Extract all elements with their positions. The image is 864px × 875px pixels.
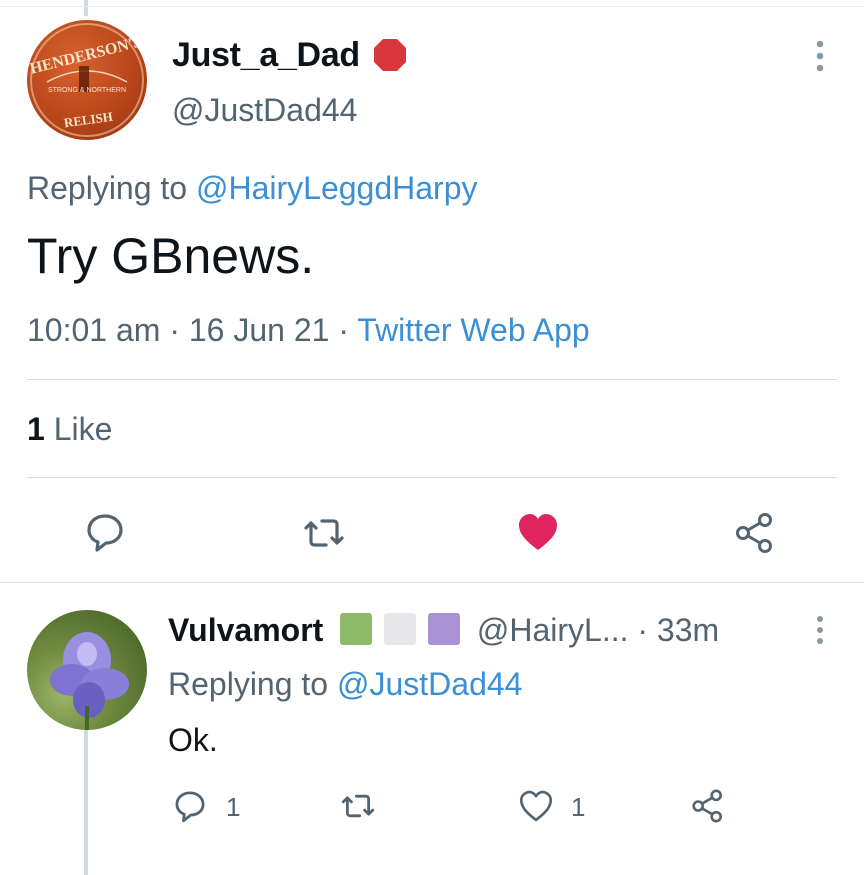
author-handle[interactable]: @JustDad44 <box>172 92 357 129</box>
tweet-meta: 10:01 am · 16 Jun 21 · Twitter Web App <box>27 312 590 349</box>
thread-connector-top <box>84 0 88 16</box>
author-avatar[interactable]: HENDERSON'S STRONG & NORTHERN RELISH <box>27 20 147 140</box>
like-label: Like <box>53 411 113 447</box>
divider <box>27 379 837 380</box>
reply-retweet-icon[interactable] <box>340 788 376 824</box>
tweet-date[interactable]: 16 Jun 21 <box>189 312 330 348</box>
replying-to-link[interactable]: @HairyLeggdHarpy <box>196 170 478 206</box>
reply-like-count: 1 <box>571 792 586 822</box>
likes-count-row[interactable]: 1 Like <box>27 411 112 448</box>
replying-to-line: Replying to @HairyLeggdHarpy <box>27 170 477 207</box>
retweet-icon[interactable] <box>302 511 346 555</box>
replying-prefix: Replying to <box>27 170 188 206</box>
relish-logo-icon: HENDERSON'S STRONG & NORTHERN RELISH <box>28 23 144 137</box>
reply-icon[interactable] <box>83 510 127 554</box>
heart-liked-icon[interactable] <box>516 510 560 554</box>
flag-square-green <box>340 613 373 645</box>
reply-separator: · <box>637 612 657 648</box>
stop-sign-icon <box>374 39 406 71</box>
share-icon[interactable] <box>733 511 777 555</box>
reply-time[interactable]: 33m <box>657 612 719 648</box>
reply-author-handle[interactable]: @HairyL... <box>477 612 629 648</box>
divider <box>27 477 837 478</box>
reply-replying-to-link[interactable]: @JustDad44 <box>337 666 522 702</box>
reply-author-avatar[interactable] <box>27 610 147 730</box>
reply-reply-icon[interactable] <box>172 788 208 824</box>
tweet-time[interactable]: 10:01 am <box>27 312 160 348</box>
like-count: 1 <box>27 411 45 447</box>
svg-text:RELISH: RELISH <box>63 109 114 131</box>
reply-reply-count: 1 <box>226 792 241 822</box>
reply-author-name[interactable]: Vulvamort <box>168 612 323 648</box>
more-options-icon[interactable] <box>806 38 834 74</box>
thread-connector <box>84 730 88 875</box>
replying-prefix: Replying to <box>168 666 329 702</box>
reply-like-icon[interactable] <box>518 788 554 824</box>
flag-square-white <box>384 613 417 645</box>
meta-separator: · <box>169 312 189 348</box>
reply-header: Vulvamort @HairyL... · 33m <box>168 612 719 649</box>
iris-flower-image <box>50 632 129 730</box>
reply-replying-to-line: Replying to @JustDad44 <box>168 666 522 703</box>
tweet-source-link[interactable]: Twitter Web App <box>357 312 589 348</box>
top-border <box>0 6 864 7</box>
divider <box>0 582 864 583</box>
tweet-text: Try GBnews. <box>27 228 315 284</box>
flag-square-purple <box>427 613 460 645</box>
reply-more-options-icon[interactable] <box>806 614 834 648</box>
meta-separator: · <box>338 312 358 348</box>
reply-share-icon[interactable] <box>690 788 726 824</box>
svg-text:STRONG & NORTHERN: STRONG & NORTHERN <box>48 87 126 94</box>
reply-text: Ok. <box>168 722 218 758</box>
author-name[interactable]: Just_a_Dad <box>172 36 360 75</box>
